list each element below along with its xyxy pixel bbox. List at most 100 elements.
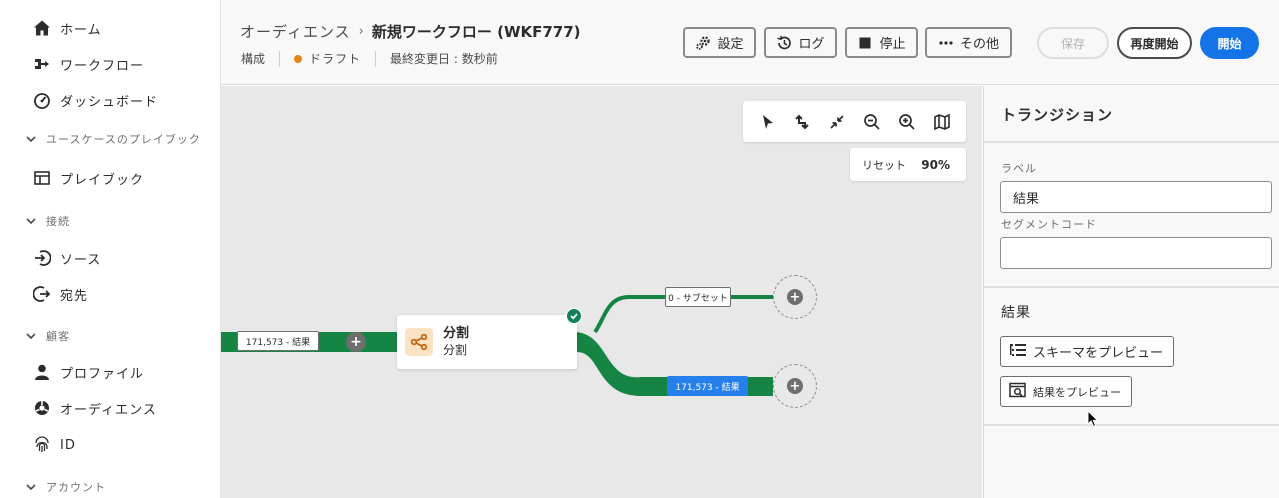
sidebar-item-audience[interactable]: オーディエンス	[32, 396, 157, 420]
sidebar-item-workflow[interactable]: ワークフロー	[32, 52, 144, 76]
result-link-label[interactable]: 171,573 - 結果	[667, 376, 748, 396]
reset-zoom-button[interactable]: リセット	[862, 157, 906, 173]
plus-icon: +	[787, 378, 803, 394]
chevron-down-icon	[26, 218, 36, 225]
sidebar-section-customer[interactable]: 顧客	[24, 327, 70, 345]
zoom-control: リセット 90%	[850, 148, 966, 181]
meta-config: 構成	[241, 52, 266, 66]
sidebar-item-label: ホーム	[60, 22, 102, 38]
sidebar-section-connections[interactable]: 接続	[24, 212, 70, 230]
status-badge: ドラフト	[309, 52, 362, 66]
preview-results-label: 結果をプレビュー	[1033, 385, 1121, 399]
sidebar-item-playbook[interactable]: プレイブック	[32, 166, 144, 190]
restart-button[interactable]: 再度開始	[1117, 27, 1192, 59]
add-activity-button[interactable]: +	[346, 332, 366, 352]
minimap-icon[interactable]	[928, 108, 956, 136]
settings-label: 設定	[717, 37, 744, 52]
stop-icon	[857, 35, 873, 51]
sidebar-item-label: ダッシュボード	[60, 94, 159, 110]
add-activity-placeholder[interactable]: +	[773, 275, 817, 319]
sidebar-item-source[interactable]: ソース	[32, 246, 101, 270]
plus-icon: +	[350, 334, 362, 350]
more-icon	[938, 35, 954, 51]
mouse-cursor-icon	[1087, 410, 1099, 428]
stop-label: 停止	[879, 37, 906, 52]
divider	[984, 286, 1279, 288]
source-icon	[32, 248, 52, 268]
preview-schema-label: スキーマをプレビュー	[1033, 346, 1164, 361]
chevron-down-icon	[26, 484, 36, 491]
workflow-canvas[interactable]: リセット 90% 171,573 - 結果 + 分割 分割 0 - サブセット …	[221, 86, 982, 498]
sidebar-item-label: プレイブック	[60, 172, 145, 188]
divider	[984, 141, 1279, 143]
schema-list-icon	[1009, 342, 1027, 361]
select-tool-icon[interactable]	[753, 108, 781, 136]
preview-results-button[interactable]: 結果をプレビュー	[1000, 376, 1132, 407]
sidebar-section-label: ユースケースのプレイブック	[46, 133, 201, 146]
sidebar-item-label: 宛先	[60, 288, 89, 304]
workflow-meta: 構成 ドラフト 最終変更日 : 数秒前	[241, 50, 498, 67]
breadcrumb-parent-link[interactable]: オーディエンス	[240, 21, 351, 42]
home-icon	[32, 18, 52, 38]
destination-icon	[32, 284, 52, 304]
workflow-icon	[32, 54, 52, 74]
zoom-level: 90%	[921, 157, 950, 172]
last-modified: 最終変更日 : 数秒前	[390, 52, 498, 66]
divider	[279, 50, 281, 67]
success-check-icon	[566, 308, 582, 324]
status-dot	[294, 54, 303, 63]
chevron-right-icon: ›	[358, 24, 364, 39]
fingerprint-icon	[32, 435, 52, 455]
history-icon	[776, 35, 792, 51]
collapse-icon[interactable]	[823, 108, 851, 136]
sidebar-section-account[interactable]: アカウント	[24, 478, 106, 496]
sidebar-item-label: プロファイル	[60, 366, 145, 382]
sidebar-item-label: オーディエンス	[60, 402, 157, 418]
sidebar-item-home[interactable]: ホーム	[32, 16, 102, 40]
settings-button[interactable]: 設定	[683, 27, 756, 58]
sidebar-item-destination[interactable]: 宛先	[32, 282, 88, 306]
label-input[interactable]	[1000, 181, 1272, 213]
log-label: ログ	[798, 37, 825, 52]
more-button[interactable]: その他	[925, 27, 1012, 58]
segment-code-input[interactable]	[1000, 237, 1272, 269]
transition-properties-panel: トランジション ラベル セグメントコード 結果 スキーマをプレビュー 結果をプレ…	[983, 86, 1279, 498]
zoom-out-icon[interactable]	[858, 108, 886, 136]
audience-icon	[32, 398, 52, 418]
incoming-link-label[interactable]: 171,573 - 結果	[237, 331, 319, 351]
divider	[984, 424, 1279, 426]
panel-title: トランジション	[1001, 106, 1114, 124]
save-button[interactable]: 保存	[1037, 27, 1109, 59]
canvas-toolbar	[743, 101, 966, 142]
subset-link-label[interactable]: 0 - サブセット	[665, 287, 731, 307]
divider	[375, 50, 377, 67]
sidebar-item-label: ソース	[60, 252, 102, 268]
sidebar-item-id[interactable]: ID	[32, 433, 76, 457]
sidebar-item-profile[interactable]: プロファイル	[32, 360, 144, 384]
gear-icon	[695, 35, 711, 51]
zoom-in-icon[interactable]	[893, 108, 921, 136]
playbook-icon	[32, 168, 52, 188]
add-activity-placeholder[interactable]: +	[773, 364, 817, 408]
stop-button[interactable]: 停止	[845, 27, 918, 58]
page-title: 新規ワークフロー (WKF777)	[371, 23, 581, 41]
sidebar-item-label: ID	[60, 437, 76, 453]
connect-tool-icon[interactable]	[788, 108, 816, 136]
preview-search-icon	[1009, 382, 1027, 401]
sidebar-section-label: 顧客	[46, 330, 70, 343]
section-title: 結果	[1001, 305, 1031, 321]
dashboard-icon	[32, 90, 52, 110]
preview-schema-button[interactable]: スキーマをプレビュー	[1000, 336, 1175, 367]
profile-icon	[32, 362, 52, 382]
node-title: 分割	[443, 326, 470, 341]
log-button[interactable]: ログ	[764, 27, 837, 58]
node-subtitle: 分割	[443, 343, 468, 357]
split-activity-node[interactable]: 分割 分割	[397, 315, 577, 369]
sidebar-section-usecase[interactable]: ユースケースのプレイブック	[24, 130, 201, 148]
sidebar-section-label: 接続	[46, 215, 70, 228]
sidebar-item-label: ワークフロー	[60, 58, 145, 74]
label-field-label: ラベル	[1001, 162, 1037, 175]
sidebar-item-dashboard[interactable]: ダッシュボード	[32, 88, 158, 112]
start-button[interactable]: 開始	[1200, 27, 1259, 59]
split-icon	[405, 328, 433, 356]
